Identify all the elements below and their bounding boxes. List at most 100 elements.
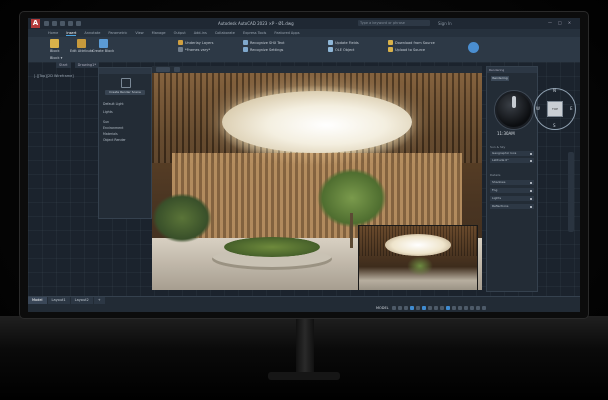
sign-in-link[interactable]: Sign In bbox=[438, 21, 452, 26]
frames-vary-dropdown[interactable]: *Frames vary* bbox=[178, 47, 210, 52]
property-row[interactable]: Latitude 0° bbox=[490, 158, 534, 163]
render-palette: Create Render Scene Default Light Lights… bbox=[98, 67, 152, 219]
property-row[interactable]: Reflections bbox=[490, 204, 534, 209]
close-button[interactable]: × bbox=[568, 20, 571, 25]
open-file-icon[interactable] bbox=[52, 21, 57, 26]
save-icon[interactable] bbox=[60, 21, 65, 26]
annotation-scale-icon[interactable] bbox=[446, 306, 450, 310]
viewcube[interactable]: TOP bbox=[547, 101, 563, 117]
compass-east[interactable]: E bbox=[570, 106, 573, 111]
osnap-icon[interactable] bbox=[416, 306, 420, 310]
tab-view[interactable]: View bbox=[135, 31, 143, 35]
create-render-scene-button[interactable]: Create Render Scene bbox=[105, 90, 145, 95]
create-block-button[interactable]: Create Block bbox=[92, 39, 114, 53]
layout-tab-model[interactable]: Model bbox=[28, 297, 47, 304]
file-tab-start[interactable]: Start bbox=[56, 62, 71, 68]
lineweight-icon[interactable] bbox=[428, 306, 432, 310]
otrack-icon[interactable] bbox=[422, 306, 426, 310]
toggle-icon bbox=[530, 197, 532, 200]
update-fields-button[interactable]: Update Fields bbox=[328, 40, 359, 45]
rendering-tab[interactable]: Rendering bbox=[491, 76, 509, 81]
quick-access-toolbar bbox=[44, 21, 81, 26]
layout-tab-1[interactable]: Layout1 bbox=[47, 297, 70, 304]
tab-manage[interactable]: Manage bbox=[152, 31, 166, 35]
file-tab-drawing[interactable]: Drawing1* bbox=[74, 62, 100, 68]
undo-icon[interactable] bbox=[68, 21, 73, 26]
model-space-toggle[interactable]: MODEL bbox=[376, 306, 389, 310]
palette-item[interactable]: Materials bbox=[103, 132, 118, 136]
render-tab-button[interactable] bbox=[156, 67, 170, 72]
palette-item[interactable]: Object Render bbox=[103, 138, 126, 142]
tab-express-tools[interactable]: Express Tools bbox=[243, 31, 266, 35]
units-icon[interactable] bbox=[458, 306, 462, 310]
recognize-shx-text-button[interactable]: Recognize SHX Text bbox=[243, 40, 284, 45]
redo-icon[interactable] bbox=[76, 21, 81, 26]
tab-annotate[interactable]: Annotate bbox=[84, 31, 100, 35]
ole-object-button[interactable]: OLE Object bbox=[328, 47, 354, 52]
snap-icon[interactable] bbox=[398, 306, 402, 310]
autocad-logo-icon[interactable]: A bbox=[31, 19, 40, 28]
tree-trunk bbox=[350, 213, 353, 248]
settings-icon bbox=[243, 47, 248, 52]
customization-icon[interactable] bbox=[482, 306, 486, 310]
property-row[interactable]: Fog bbox=[490, 188, 534, 193]
add-layout-button[interactable]: + bbox=[93, 297, 105, 304]
recognize-settings-button[interactable]: Recognize Settings bbox=[243, 47, 283, 52]
grid-icon[interactable] bbox=[392, 306, 396, 310]
tab-home[interactable]: Home bbox=[48, 31, 58, 35]
download-icon bbox=[388, 40, 393, 45]
edit-attribute-button[interactable]: Edit Attribute bbox=[70, 39, 93, 53]
block-panel-label[interactable]: Block ▾ bbox=[50, 56, 62, 60]
polar-icon[interactable] bbox=[410, 306, 414, 310]
drawing-area[interactable]: Start Drawing1* [-][Top][2D Wireframe] C… bbox=[28, 62, 580, 302]
tab-parametric[interactable]: Parametric bbox=[108, 31, 127, 35]
window-title: Autodesk AutoCAD 2023 ×P - Ø1.dwg bbox=[218, 21, 294, 26]
insert-block-button[interactable]: Block bbox=[50, 39, 59, 53]
maximize-button[interactable]: □ bbox=[558, 20, 562, 25]
new-file-icon[interactable] bbox=[44, 21, 49, 26]
transparency-icon[interactable] bbox=[434, 306, 438, 310]
render-window[interactable] bbox=[152, 66, 482, 290]
palette-item[interactable]: Default Light bbox=[103, 102, 124, 106]
monitor-stand-base bbox=[268, 372, 340, 380]
globe-icon[interactable] bbox=[468, 42, 479, 53]
ortho-icon[interactable] bbox=[404, 306, 408, 310]
palette-item[interactable]: Lights bbox=[103, 110, 113, 114]
compass-west[interactable]: W bbox=[536, 106, 540, 111]
property-row[interactable]: Geographic loca bbox=[490, 151, 534, 156]
tab-collaborate[interactable]: Collaborate bbox=[215, 31, 235, 35]
hardware-acceleration-icon[interactable] bbox=[470, 306, 474, 310]
isolate-icon[interactable] bbox=[464, 306, 468, 310]
compass-south[interactable]: S bbox=[553, 123, 556, 128]
text-recognize-icon bbox=[243, 40, 248, 45]
property-row[interactable]: Shadows bbox=[490, 180, 534, 185]
render-options-icon[interactable] bbox=[174, 67, 180, 72]
ribbon-tabs: Home Insert Annotate Parametric View Man… bbox=[28, 29, 580, 37]
option-icon bbox=[530, 159, 532, 162]
tab-insert[interactable]: Insert bbox=[66, 31, 77, 36]
palette-item[interactable]: Environment bbox=[103, 126, 123, 130]
tab-featured-apps[interactable]: Featured Apps bbox=[274, 31, 299, 35]
inset-render-preview[interactable] bbox=[358, 225, 478, 290]
sun-angle-dial[interactable] bbox=[495, 91, 533, 129]
underlay-layers-button[interactable]: Underlay Layers bbox=[178, 40, 213, 45]
selection-cycling-icon[interactable] bbox=[440, 306, 444, 310]
tab-add-ins[interactable]: Add-ins bbox=[194, 31, 207, 35]
property-row[interactable]: Lights bbox=[490, 196, 534, 201]
workspace-icon[interactable] bbox=[452, 306, 456, 310]
compass-north[interactable]: N bbox=[553, 88, 556, 93]
palette-item[interactable]: Sun bbox=[103, 120, 109, 124]
option-icon bbox=[530, 152, 532, 155]
minimize-button[interactable]: — bbox=[548, 20, 552, 25]
tab-output[interactable]: Output bbox=[174, 31, 186, 35]
layout-tab-2[interactable]: Layout2 bbox=[70, 297, 93, 304]
clean-screen-icon[interactable] bbox=[476, 306, 480, 310]
search-input[interactable]: Type a keyword or phrase bbox=[358, 20, 430, 26]
navigation-bar[interactable] bbox=[568, 152, 574, 232]
viewcube-compass[interactable]: N S E W TOP bbox=[534, 88, 576, 130]
viewport-label[interactable]: [-][Top][2D Wireframe] bbox=[34, 74, 74, 78]
download-from-source-button[interactable]: Download from Source bbox=[388, 40, 435, 45]
time-readout: 11:30AM bbox=[497, 131, 515, 136]
upload-to-source-button[interactable]: Upload to Source bbox=[388, 47, 425, 52]
layers-icon bbox=[178, 40, 183, 45]
